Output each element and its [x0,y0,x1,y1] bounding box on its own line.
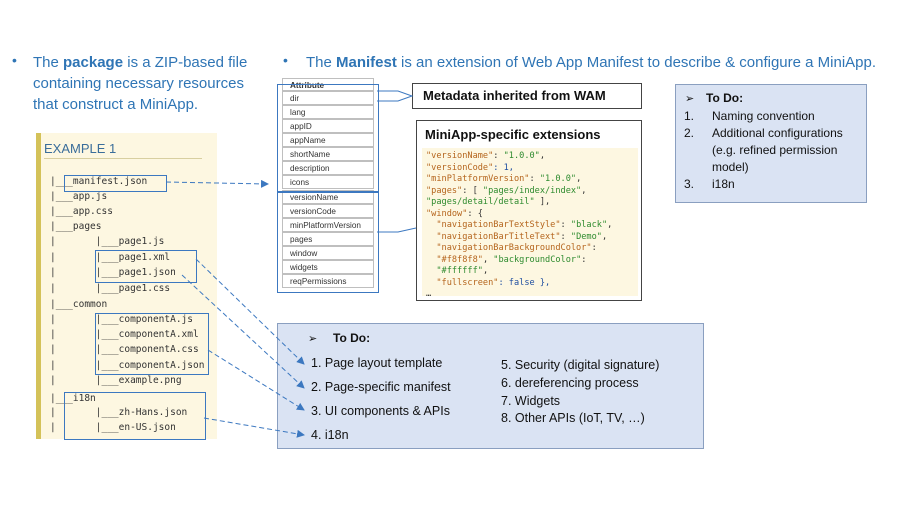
i18n-to-todo-arrow [203,417,305,438]
extensions-callout-pointer [377,227,417,233]
components-to-ui-arrow [207,349,305,411]
page-xml-to-layout-arrow [195,258,305,365]
page-json-to-manifest-arrow [181,274,305,389]
wam-callout-pointer [377,90,414,102]
manifest-to-attributes-arrow [165,179,269,188]
connector-arrows [165,90,417,438]
